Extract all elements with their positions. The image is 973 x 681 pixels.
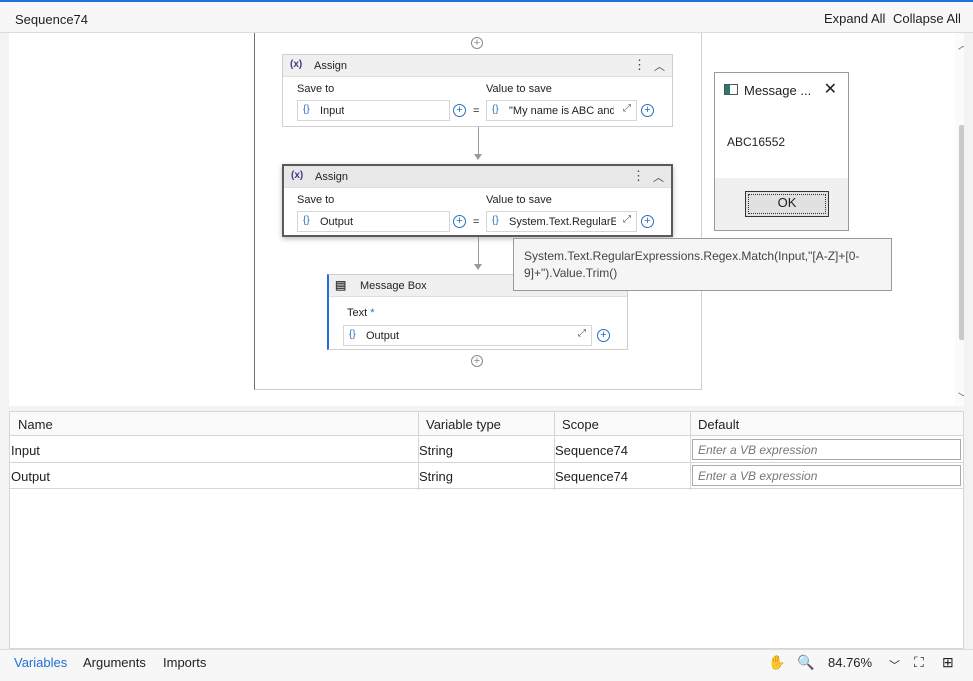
chevron-up-icon[interactable]: ︿ [958,37,964,52]
add-activity-icon[interactable]: + [471,37,483,49]
dialog-message: ABC16552 [727,135,786,149]
expand-editor-icon[interactable]: ⤢ [623,103,631,114]
connector-line [478,237,479,264]
activity-header: (x) Assign ⋮ ︿ [284,166,671,188]
overview-icon[interactable]: ⊞ [942,654,954,671]
tab-arguments[interactable]: Arguments [83,655,146,670]
tab-imports[interactable]: Imports [163,655,206,670]
close-icon[interactable]: ✕ [824,79,837,99]
save-to-label: Save to [297,83,335,95]
dialog-title: Message ... [744,83,812,98]
activity-title: Assign [315,171,349,183]
variable-brace-icon: {} [492,215,499,226]
equals-sign: = [473,216,480,228]
variable-name[interactable]: Output [11,469,50,484]
value-to-save-label: Value to save [486,83,552,95]
variables-panel: Name Variable type Scope Default Input S… [9,411,964,649]
connector-line [478,127,479,154]
default-input[interactable]: Enter a VB expression [692,465,961,486]
column-default[interactable]: Default [698,417,739,432]
value-field[interactable]: {} System.Text.RegularExpres ⤢ [486,211,637,232]
save-to-value: Input [320,105,345,117]
save-to-field[interactable]: {} Output [297,211,450,232]
hand-icon[interactable]: ✋ [768,654,785,671]
ok-button[interactable]: OK [745,191,829,217]
variable-scope[interactable]: Sequence74 [555,469,628,484]
chevron-down-icon[interactable]: ﹀ [958,389,964,404]
variable-brace-icon: {} [303,215,310,226]
assign-icon: (x) [291,170,304,181]
expand-editor-icon[interactable]: ⤢ [623,214,631,225]
variable-type[interactable]: String [419,443,453,458]
add-icon[interactable]: + [453,215,466,228]
fit-screen-icon[interactable]: ⛶ [914,654,924,671]
text-label: Text * [347,307,375,319]
add-icon[interactable]: + [453,104,466,117]
connector-arrow [474,154,482,160]
variable-name[interactable]: Input [11,443,40,458]
zoom-level[interactable]: 84.76% [828,655,872,670]
column-variable-type[interactable]: Variable type [426,417,501,432]
dots-icon[interactable]: ⋮ [633,57,646,73]
save-to-label: Save to [297,194,335,206]
variable-brace-icon: {} [492,104,499,115]
variables-header: Name Variable type Scope Default [10,412,963,436]
tab-variables[interactable]: Variables [14,655,67,670]
connector-arrow [474,264,482,270]
save-to-field[interactable]: {} Input [297,100,450,121]
dialog-footer: OK [715,178,848,230]
add-icon[interactable]: + [641,215,654,228]
expand-editor-icon[interactable]: ⤢ [578,328,586,339]
collapse-icon[interactable]: ︿ [653,169,664,185]
text-field[interactable]: {} Output ⤢ [343,325,592,346]
canvas-vertical-scrollbar[interactable]: ︿ ﹀ [955,33,964,406]
add-icon[interactable]: + [641,104,654,117]
assign-activity-2[interactable]: (x) Assign ⋮ ︿ Save to Value to save {} … [282,164,673,237]
table-row[interactable]: Input String Sequence74 Enter a VB expre… [10,437,963,463]
variable-brace-icon: {} [349,329,356,340]
expression-tooltip: System.Text.RegularExpressions.Regex.Mat… [513,238,892,291]
search-icon[interactable]: 🔍 [797,654,814,671]
dots-icon[interactable]: ⋮ [632,168,645,184]
window-icon [724,84,738,95]
assign-icon: (x) [290,59,303,70]
scrollbar-thumb[interactable] [959,125,964,340]
activity-title: Message Box [360,280,427,292]
collapse-all-button[interactable]: Collapse All [893,11,961,26]
value-text: System.Text.RegularExpres [509,216,616,228]
add-icon[interactable]: + [597,329,610,342]
message-box-icon: ▤ [335,278,347,292]
activity-header: (x) Assign ⋮ ︿ [283,55,672,77]
table-row[interactable]: Output String Sequence74 Enter a VB expr… [10,463,963,489]
default-input[interactable]: Enter a VB expression [692,439,961,460]
designer-header: Sequence74 Expand All Collapse All [0,2,973,33]
expand-all-button[interactable]: Expand All [824,11,885,26]
value-to-save-label: Value to save [486,194,552,206]
activity-title: Assign [314,60,348,72]
breadcrumb-title: Sequence74 [15,12,89,27]
column-name[interactable]: Name [18,417,53,432]
variable-brace-icon: {} [303,104,310,115]
text-value: Output [366,330,400,342]
variable-type[interactable]: String [419,469,453,484]
value-field[interactable]: {} "My name is ABC and ⤢ [486,100,637,121]
collapse-icon[interactable]: ︿ [654,58,665,74]
message-dialog: Message ... ✕ ABC16552 OK [714,72,849,231]
chevron-down-icon[interactable]: ﹀ [889,657,900,673]
equals-sign: = [473,105,480,117]
save-to-value: Output [320,216,354,228]
value-text: "My name is ABC and [509,105,614,117]
add-activity-icon[interactable]: + [471,355,483,367]
variable-scope[interactable]: Sequence74 [555,443,628,458]
designer-footer: Variables Arguments Imports ✋ 🔍 84.76% ﹀… [0,649,973,681]
assign-activity-1[interactable]: (x) Assign ⋮ ︿ Save to Value to save {} … [282,54,673,127]
column-scope[interactable]: Scope [562,417,599,432]
